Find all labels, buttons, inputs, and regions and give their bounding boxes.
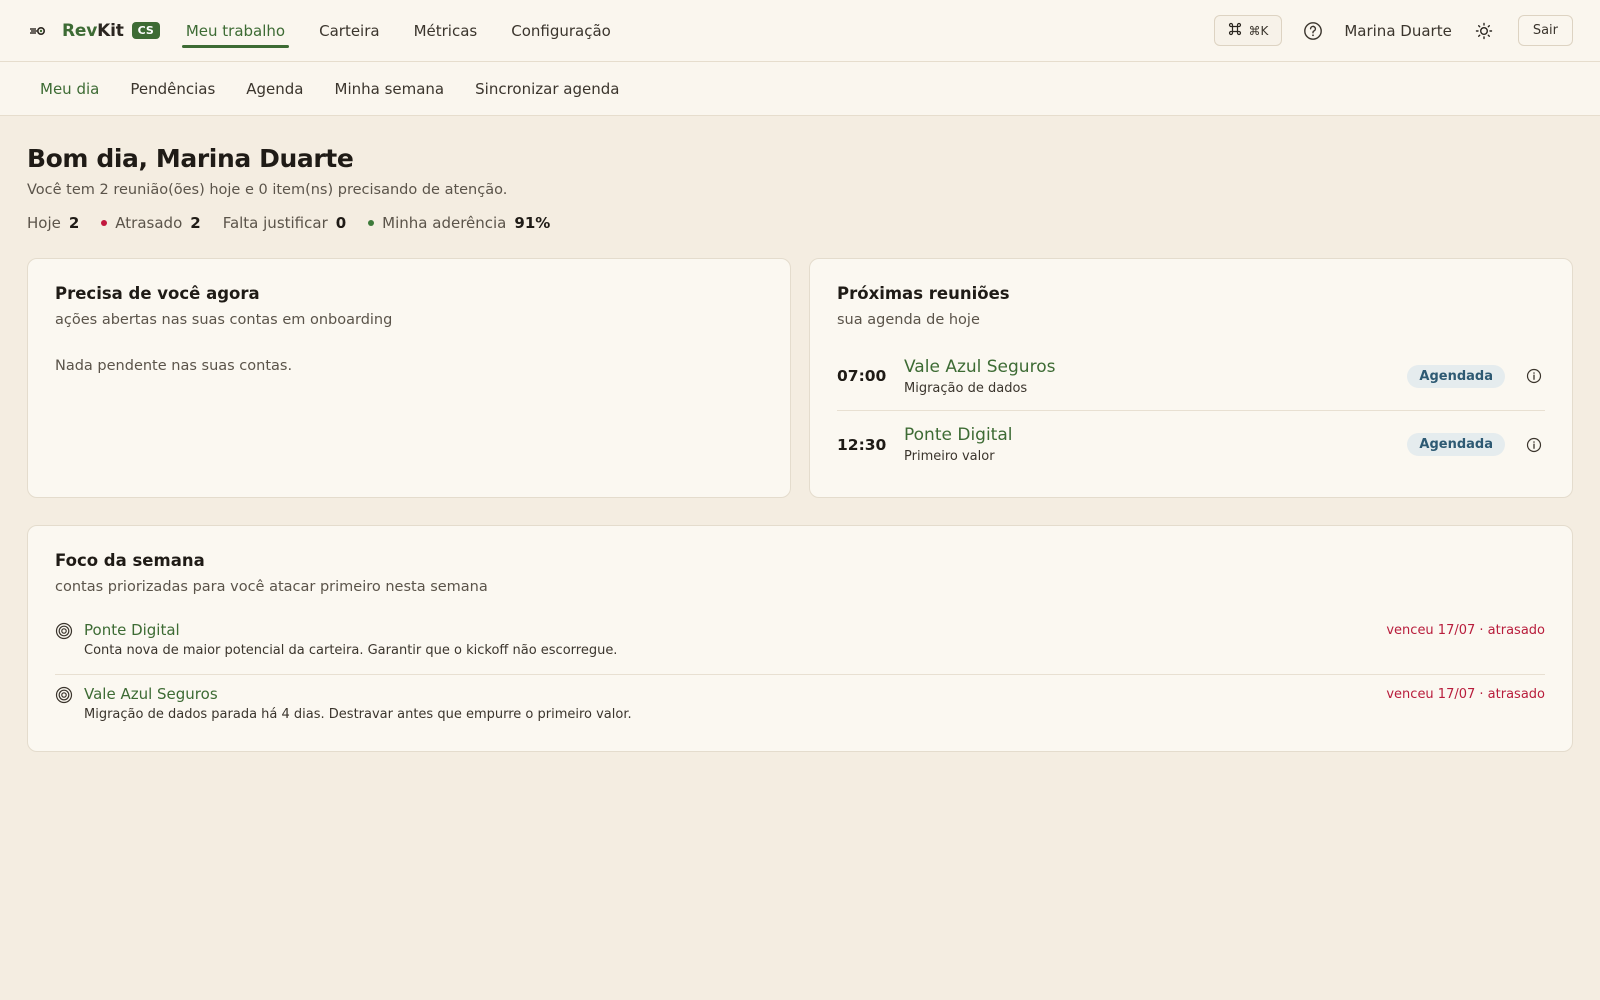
stat-adherence: Minha aderência 91% (368, 214, 550, 232)
focus-due-status: venceu 17/07 · atrasado (1386, 687, 1545, 702)
logo-icon (28, 21, 48, 41)
user-name[interactable]: Marina Duarte (1344, 22, 1451, 40)
tab-agenda[interactable]: Agenda (246, 80, 303, 98)
status-badge: Agendada (1407, 433, 1505, 456)
stat-late-value: 2 (190, 214, 201, 232)
meetings-subtitle: sua agenda de hoje (837, 312, 980, 328)
focus-card: Foco da semana contas priorizadas para v… (27, 525, 1573, 752)
command-icon (1228, 22, 1242, 39)
tab-sincronizar-agenda[interactable]: Sincronizar agenda (475, 80, 619, 98)
stats-bar: Hoje 2 Atrasado 2 Falta justificar 0 Min… (27, 214, 1573, 232)
target-icon (55, 686, 73, 704)
meeting-time: 07:00 (837, 367, 887, 385)
focus-body: Vale Azul Seguros Migração de dados para… (84, 685, 1386, 733)
meeting-account-link[interactable]: Ponte Digital (904, 425, 1407, 445)
topbar-actions: ⌘K Marina Duarte Sair (1214, 15, 1573, 46)
focus-item[interactable]: Vale Azul Seguros Migração de dados para… (55, 674, 1545, 733)
needs-you-card: Precisa de você agora ações abertas nas … (27, 258, 791, 498)
focus-item[interactable]: Ponte Digital Conta nova de maior potenc… (55, 615, 1545, 674)
command-shortcut-label: ⌘K (1248, 23, 1269, 38)
stat-justify: Falta justificar 0 (223, 214, 346, 232)
target-icon (55, 622, 73, 640)
info-icon[interactable] (1525, 436, 1543, 454)
focus-title: Foco da semana (55, 551, 205, 570)
needs-you-title: Precisa de você agora (55, 284, 260, 303)
nav-configuracao[interactable]: Configuração (511, 0, 611, 61)
nav-meu-trabalho[interactable]: Meu trabalho (181, 0, 290, 61)
meeting-time: 12:30 (837, 435, 887, 454)
meeting-info: Vale Azul Seguros Migração de dados (904, 357, 1407, 396)
stat-adherence-value: 91% (514, 214, 551, 232)
nav-carteira[interactable]: Carteira (319, 0, 379, 61)
brand-badge: CS (131, 22, 160, 39)
stat-today-value: 2 (68, 214, 80, 232)
stat-today-label: Hoje (27, 214, 61, 232)
meetings-list: 07:00 Vale Azul Seguros Migração de dado… (837, 342, 1545, 478)
focus-due-status: venceu 17/07 · atrasado (1386, 623, 1545, 638)
status-badge: Agendada (1407, 364, 1505, 388)
brand-name: RevKit (62, 20, 124, 41)
needs-you-subtitle: ações abertas nas suas contas em onboard… (55, 312, 393, 328)
command-palette-button[interactable]: ⌘K (1214, 15, 1283, 46)
cards-row: Precisa de você agora ações abertas nas … (27, 258, 1573, 498)
late-dot-icon (101, 220, 108, 226)
meeting-row[interactable]: 12:30 Ponte Digital Primeiro valor Agend… (837, 410, 1545, 478)
stat-justify-value: 0 (335, 214, 347, 232)
nav-metricas[interactable]: Métricas (414, 0, 478, 61)
stat-today: Hoje 2 (27, 214, 79, 232)
page-summary: Você tem 2 reunião(ões) hoje e 0 item(ns… (27, 182, 508, 198)
info-icon[interactable] (1525, 367, 1543, 385)
sub-nav: Meu dia Pendências Agenda Minha semana S… (0, 62, 1600, 116)
main-content: Bom dia, Marina Duarte Você tem 2 reuniã… (0, 116, 1600, 752)
tab-pendencias[interactable]: Pendências (130, 80, 215, 98)
needs-you-empty-message: Nada pendente nas suas contas. (55, 358, 293, 374)
focus-body: Ponte Digital Conta nova de maior potenc… (84, 621, 1386, 674)
page-title: Bom dia, Marina Duarte (27, 144, 354, 173)
focus-description: Conta nova de maior potencial da carteir… (84, 643, 618, 658)
meeting-row[interactable]: 07:00 Vale Azul Seguros Migração de dado… (837, 342, 1545, 410)
stat-late-label: Atrasado (115, 214, 183, 232)
tab-minha-semana[interactable]: Minha semana (335, 80, 445, 98)
top-bar: RevKit CS Meu trabalho Carteira Métricas… (0, 0, 1600, 62)
meetings-title: Próximas reuniões (837, 284, 1010, 303)
focus-list: Ponte Digital Conta nova de maior potenc… (55, 615, 1545, 733)
meetings-card: Próximas reuniões sua agenda de hoje 07:… (809, 258, 1573, 498)
logout-button[interactable]: Sair (1517, 15, 1573, 46)
tab-meu-dia[interactable]: Meu dia (40, 80, 99, 98)
adherence-dot-icon (368, 220, 375, 226)
focus-subtitle: contas priorizadas para você atacar prim… (55, 579, 488, 595)
focus-description: Migração de dados parada há 4 dias. Dest… (84, 707, 632, 722)
stat-adherence-label: Minha aderência (382, 214, 507, 232)
meeting-account-link[interactable]: Vale Azul Seguros (904, 357, 1407, 377)
meeting-description: Primeiro valor (904, 449, 995, 464)
main-nav: Meu trabalho Carteira Métricas Configura… (181, 0, 628, 61)
meeting-info: Ponte Digital Primeiro valor (904, 425, 1407, 464)
stat-late: Atrasado 2 (101, 214, 201, 232)
meeting-description: Migração de dados (904, 380, 1028, 396)
focus-account-link[interactable]: Vale Azul Seguros (84, 685, 1386, 703)
help-icon[interactable] (1302, 20, 1324, 42)
brand[interactable]: RevKit CS (28, 21, 160, 41)
sun-icon[interactable] (1474, 21, 1494, 41)
stat-justify-label: Falta justificar (222, 214, 328, 232)
focus-account-link[interactable]: Ponte Digital (84, 621, 1386, 639)
